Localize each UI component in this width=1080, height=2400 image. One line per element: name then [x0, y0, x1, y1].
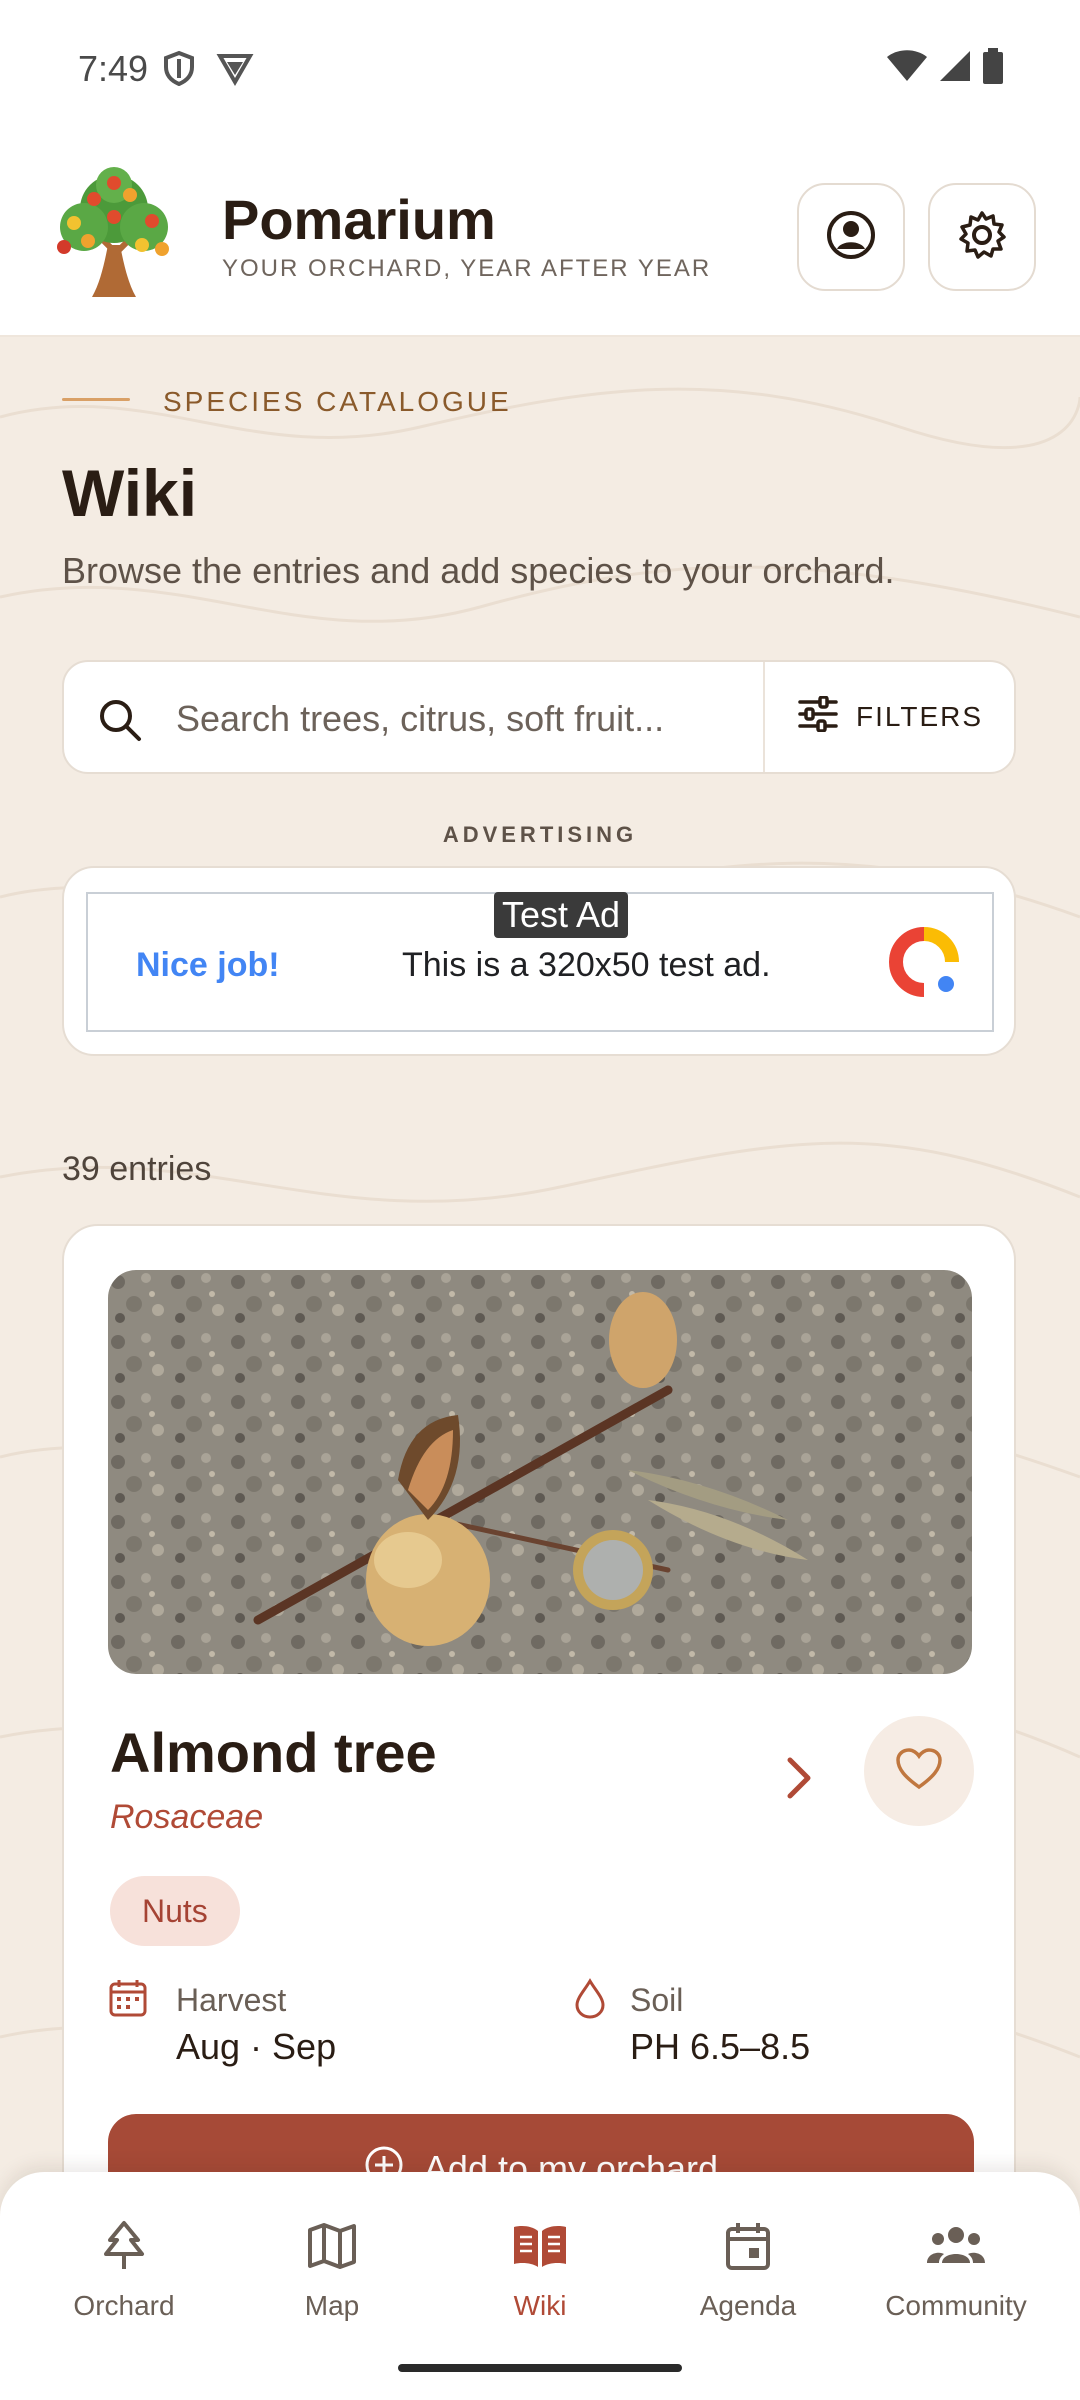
ad-network-icon	[888, 926, 960, 1003]
gear-icon	[956, 209, 1008, 266]
ad-section-label: ADVERTISING	[442, 822, 638, 847]
page-title: Wiki	[62, 456, 198, 530]
people-icon	[856, 2216, 1056, 2276]
section-kicker: SPECIES CATALOGUE	[163, 386, 512, 417]
nav-orchard[interactable]: Orchard	[24, 2216, 224, 2322]
nav-community[interactable]: Community	[856, 2216, 1056, 2322]
heart-icon	[895, 1747, 943, 1796]
shield-status-icon	[162, 50, 196, 91]
settings-button[interactable]	[928, 183, 1036, 291]
nav-agenda-label: Agenda	[699, 2290, 797, 2321]
nav-orchard-label: Orchard	[73, 2290, 175, 2321]
calendar-icon	[648, 2216, 848, 2276]
app-tagline: YOUR ORCHARD, YEAR AFTER YEAR	[222, 255, 712, 282]
ad-card: Test Ad Nice job! This is a 320x50 test …	[62, 866, 1016, 1056]
wifi-icon	[886, 49, 928, 88]
map-icon	[232, 2216, 432, 2276]
nav-map-label: Map	[304, 2290, 360, 2321]
category-tag: Nuts	[110, 1876, 240, 1946]
app-title: Pomarium	[222, 188, 496, 251]
book-icon	[440, 2216, 640, 2276]
harvest-label: Harvest	[176, 1982, 287, 2018]
species-card[interactable]: Almond tree Rosaceae Nuts Harvest Aug · …	[62, 1224, 1016, 2224]
battery-icon	[982, 48, 1004, 89]
favorite-button[interactable]	[864, 1716, 974, 1826]
tree-icon	[24, 2216, 224, 2276]
status-bar: 7:49	[0, 0, 1080, 135]
soil-value: PH 6.5–8.5	[630, 2026, 811, 2067]
account-icon	[826, 210, 876, 265]
search-input[interactable]	[176, 684, 756, 754]
nav-agenda[interactable]: Agenda	[648, 2216, 848, 2322]
home-indicator[interactable]	[398, 2364, 682, 2372]
harvest-value: Aug · Sep	[176, 2026, 337, 2067]
vpn-status-icon	[216, 50, 254, 91]
nav-wiki-label: Wiki	[513, 2290, 567, 2321]
page-subtitle: Browse the entries and add species to yo…	[62, 550, 895, 591]
filters-label: FILTERS	[855, 701, 984, 732]
nav-community-label: Community	[885, 2290, 1027, 2321]
ad-text: This is a 320x50 test ad.	[402, 946, 771, 984]
filters-button[interactable]: FILTERS	[765, 662, 1016, 772]
app-logo	[44, 165, 184, 305]
species-family: Rosaceae	[110, 1798, 264, 1836]
chevron-right-icon[interactable]	[784, 1756, 814, 1805]
app-header: Pomarium YOUR ORCHARD, YEAR AFTER YEAR	[0, 135, 1080, 337]
soil-label: Soil	[630, 1982, 684, 2018]
kicker-divider	[62, 398, 130, 401]
ad-headline: Nice job!	[136, 946, 280, 984]
search-icon	[98, 698, 142, 747]
nav-map[interactable]: Map	[232, 2216, 432, 2322]
search-bar: FILTERS	[62, 660, 1016, 774]
entries-count: 39 entries	[62, 1150, 212, 1188]
nav-wiki[interactable]: Wiki	[440, 2216, 640, 2322]
species-name: Almond tree	[110, 1721, 437, 1784]
status-time: 7:49	[78, 48, 149, 89]
sliders-icon	[798, 694, 838, 739]
water-drop-icon	[572, 1978, 608, 2025]
calendar-icon	[108, 1978, 148, 2023]
profile-button[interactable]	[797, 183, 905, 291]
signal-icon	[938, 49, 972, 88]
species-photo	[108, 1270, 972, 1674]
ad-banner[interactable]: Test Ad Nice job! This is a 320x50 test …	[86, 892, 994, 1032]
ad-badge: Test Ad	[494, 892, 629, 938]
